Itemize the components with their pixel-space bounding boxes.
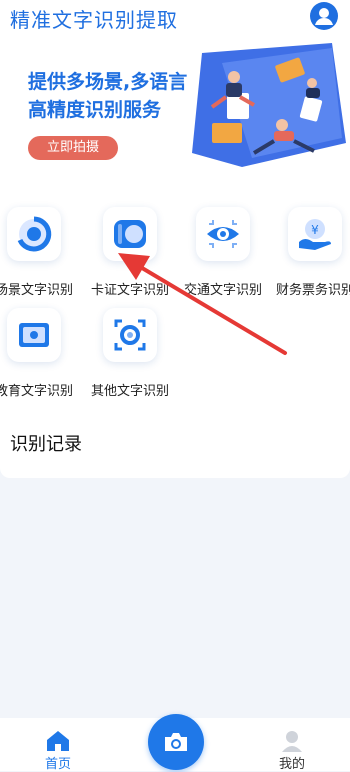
feature-label: 其他文字识别 — [90, 384, 169, 399]
feature-card-ocr[interactable]: 卡证文字识别 — [82, 207, 178, 303]
banner-line-2: 高精度识别服务 — [28, 99, 162, 121]
records-section-title: 识别记录 — [10, 434, 82, 455]
education-ocr-icon — [19, 323, 49, 347]
traffic-ocr-icon — [207, 220, 239, 248]
feature-education-ocr[interactable]: 教育文字识别 — [0, 308, 82, 404]
card-ocr-icon — [114, 220, 146, 248]
feature-other-ocr[interactable]: 其他文字识别 — [82, 308, 178, 404]
profile-icon — [282, 731, 302, 752]
finance-ocr-icon: ¥ — [299, 219, 331, 250]
camera-icon — [165, 733, 187, 751]
education-ocr-tile[interactable] — [7, 308, 61, 362]
other-ocr-icon — [114, 319, 146, 351]
user-profile-button[interactable] — [310, 2, 338, 30]
finance-ocr-tile[interactable]: ¥ — [288, 207, 342, 261]
tab-mine[interactable]: 我的 — [252, 718, 332, 772]
svg-text:¥: ¥ — [311, 223, 319, 237]
promo-banner[interactable]: 提供多场景,多语言 高精度识别服务 立即拍摄 — [0, 40, 350, 170]
user-icon — [315, 8, 333, 25]
feature-label: 财务票务识别 — [275, 283, 350, 298]
card-ocr-tile[interactable] — [103, 207, 157, 261]
camera-button[interactable] — [148, 714, 204, 770]
scene-ocr-icon — [17, 216, 52, 252]
traffic-ocr-tile[interactable] — [196, 207, 250, 261]
tab-mine-label: 我的 — [278, 757, 305, 772]
top-panel: 精准文字识别提取 提供多场景,多语言 高精度识别服务 立即拍摄 场景文字识别 卡… — [0, 0, 350, 478]
feature-scene-ocr[interactable]: 场景文字识别 — [0, 207, 82, 303]
other-ocr-tile[interactable] — [103, 308, 157, 362]
banner-line-1: 提供多场景,多语言 — [28, 71, 188, 93]
feature-finance-ocr[interactable]: ¥ 财务票务识别 — [267, 207, 350, 303]
banner-illustration — [192, 43, 346, 167]
app-title: 精准文字识别提取 — [10, 8, 178, 32]
scene-ocr-tile[interactable] — [7, 207, 61, 261]
tab-home-label: 首页 — [44, 757, 71, 772]
banner-headline: 提供多场景,多语言 高精度识别服务 — [28, 68, 187, 124]
shoot-now-button[interactable]: 立即拍摄 — [28, 136, 118, 160]
tab-home[interactable]: 首页 — [18, 718, 98, 772]
home-icon — [47, 731, 69, 751]
